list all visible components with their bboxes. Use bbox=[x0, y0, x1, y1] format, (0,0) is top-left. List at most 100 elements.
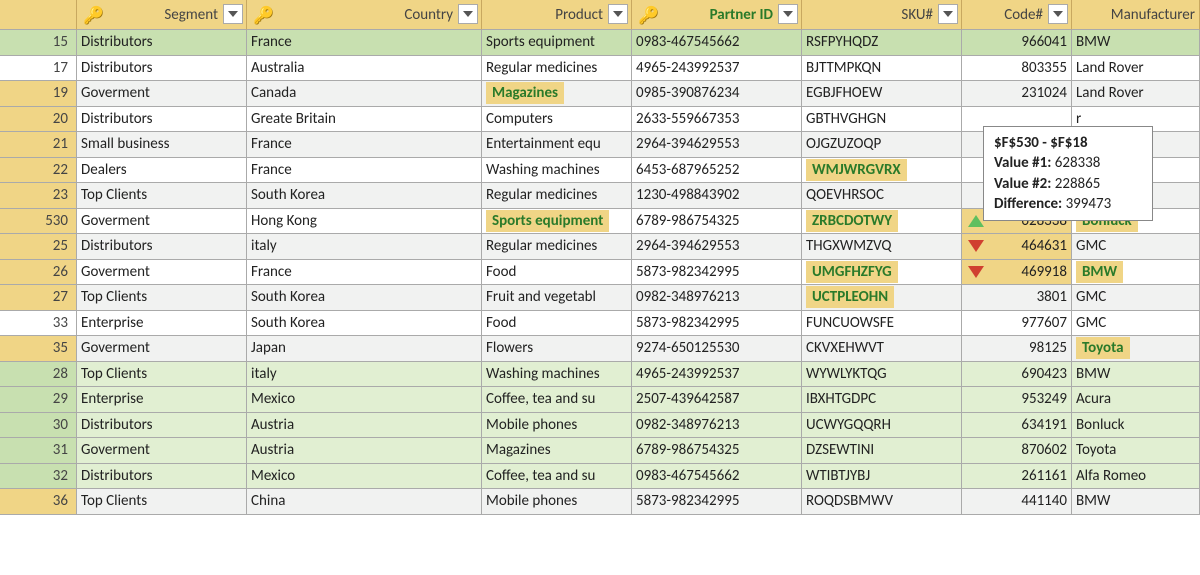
cell-product[interactable]: Mobile phones bbox=[482, 413, 632, 439]
header-segment[interactable]: 🔑Segment bbox=[77, 0, 247, 30]
row-number[interactable]: 30 bbox=[0, 413, 77, 439]
cell-segment[interactable]: Dealers bbox=[77, 158, 247, 184]
row-number[interactable]: 21 bbox=[0, 132, 77, 158]
cell-segment[interactable]: Distributors bbox=[77, 107, 247, 133]
cell-segment[interactable]: Goverment bbox=[77, 336, 247, 362]
cell-code[interactable]: 977607 bbox=[962, 311, 1072, 337]
cell-code[interactable]: 803355 bbox=[962, 56, 1072, 82]
cell-code[interactable]: 98125 bbox=[962, 336, 1072, 362]
cell-partner-id[interactable]: 0985-390876234 bbox=[632, 81, 802, 107]
row-number[interactable]: 20 bbox=[0, 107, 77, 133]
cell-partner-id[interactable]: 4965-243992537 bbox=[632, 56, 802, 82]
cell-manufacturer[interactable]: GMC bbox=[1072, 234, 1200, 260]
header-country[interactable]: 🔑Country bbox=[247, 0, 482, 30]
cell-code[interactable]: 469918 bbox=[962, 260, 1072, 286]
filter-dropdown-icon[interactable] bbox=[938, 4, 958, 24]
cell-partner-id[interactable]: 2507-439642587 bbox=[632, 387, 802, 413]
cell-code[interactable]: 953249 bbox=[962, 387, 1072, 413]
cell-partner-id[interactable]: 5873-982342995 bbox=[632, 260, 802, 286]
cell-sku[interactable]: UCTPLEOHN bbox=[802, 285, 962, 311]
cell-sku[interactable]: UMGFHZFYG bbox=[802, 260, 962, 286]
cell-partner-id[interactable]: 4965-243992537 bbox=[632, 362, 802, 388]
cell-sku[interactable]: ROQDSBMWV bbox=[802, 489, 962, 515]
cell-country[interactable]: South Korea bbox=[247, 311, 482, 337]
cell-partner-id[interactable]: 0983-467545662 bbox=[632, 30, 802, 56]
cell-manufacturer[interactable]: GMC bbox=[1072, 311, 1200, 337]
cell-partner-id[interactable]: 6789-986754325 bbox=[632, 438, 802, 464]
row-number[interactable]: 15 bbox=[0, 30, 77, 56]
cell-partner-id[interactable]: 2964-394629553 bbox=[632, 132, 802, 158]
cell-segment[interactable]: Top Clients bbox=[77, 285, 247, 311]
table-row[interactable]: 26GovermentFranceFood5873-982342995UMGFH… bbox=[0, 260, 1200, 286]
cell-sku[interactable]: BJTTMPKQN bbox=[802, 56, 962, 82]
cell-code[interactable]: 441140 bbox=[962, 489, 1072, 515]
row-number[interactable]: 32 bbox=[0, 464, 77, 490]
filter-dropdown-icon[interactable] bbox=[778, 4, 798, 24]
cell-sku[interactable]: QOEVHRSOC bbox=[802, 183, 962, 209]
cell-code[interactable]: 3801 bbox=[962, 285, 1072, 311]
header-partner-id[interactable]: 🔑Partner ID bbox=[632, 0, 802, 30]
table-row[interactable]: 19GovermentCanadaMagazines0985-390876234… bbox=[0, 81, 1200, 107]
table-row[interactable]: 28Top ClientsitalyWashing machines4965-2… bbox=[0, 362, 1200, 388]
cell-country[interactable]: France bbox=[247, 132, 482, 158]
cell-partner-id[interactable]: 6789-986754325 bbox=[632, 209, 802, 235]
cell-segment[interactable]: Distributors bbox=[77, 413, 247, 439]
cell-product[interactable]: Entertainment equ bbox=[482, 132, 632, 158]
row-number[interactable]: 29 bbox=[0, 387, 77, 413]
header-code[interactable]: Code# bbox=[962, 0, 1072, 30]
cell-product[interactable]: Fruit and vegetabl bbox=[482, 285, 632, 311]
cell-sku[interactable]: WMJWRGVRX bbox=[802, 158, 962, 184]
cell-segment[interactable]: Enterprise bbox=[77, 387, 247, 413]
cell-manufacturer[interactable]: Toyota bbox=[1072, 438, 1200, 464]
cell-sku[interactable]: FUNCUOWSFE bbox=[802, 311, 962, 337]
cell-code[interactable]: 870602 bbox=[962, 438, 1072, 464]
cell-segment[interactable]: Top Clients bbox=[77, 489, 247, 515]
filter-dropdown-icon[interactable] bbox=[223, 4, 243, 24]
cell-sku[interactable]: WYWLYKTQG bbox=[802, 362, 962, 388]
cell-country[interactable]: Australia bbox=[247, 56, 482, 82]
cell-code[interactable]: 634191 bbox=[962, 413, 1072, 439]
cell-product[interactable]: Flowers bbox=[482, 336, 632, 362]
cell-product[interactable]: Regular medicines bbox=[482, 56, 632, 82]
cell-segment[interactable]: Goverment bbox=[77, 260, 247, 286]
header-product[interactable]: Product bbox=[482, 0, 632, 30]
table-row[interactable]: 15DistributorsFranceSports equipment0983… bbox=[0, 30, 1200, 56]
row-number[interactable]: 22 bbox=[0, 158, 77, 184]
header-manufacturer[interactable]: Manufacturer bbox=[1072, 0, 1200, 30]
row-number[interactable]: 35 bbox=[0, 336, 77, 362]
cell-product[interactable]: Washing machines bbox=[482, 362, 632, 388]
cell-sku[interactable]: OJGZUZOQP bbox=[802, 132, 962, 158]
cell-segment[interactable]: Goverment bbox=[77, 438, 247, 464]
cell-code[interactable]: 261161 bbox=[962, 464, 1072, 490]
row-number[interactable]: 530 bbox=[0, 209, 77, 235]
cell-product[interactable]: Mobile phones bbox=[482, 489, 632, 515]
cell-manufacturer[interactable]: Toyota bbox=[1072, 336, 1200, 362]
cell-segment[interactable]: Distributors bbox=[77, 56, 247, 82]
cell-segment[interactable]: Top Clients bbox=[77, 183, 247, 209]
cell-country[interactable]: Austria bbox=[247, 413, 482, 439]
cell-product[interactable]: Computers bbox=[482, 107, 632, 133]
cell-country[interactable]: Austria bbox=[247, 438, 482, 464]
cell-manufacturer[interactable]: BMW bbox=[1072, 260, 1200, 286]
cell-partner-id[interactable]: 9274-650125530 bbox=[632, 336, 802, 362]
table-row[interactable]: 33EnterpriseSouth KoreaFood5873-98234299… bbox=[0, 311, 1200, 337]
cell-country[interactable]: Mexico bbox=[247, 464, 482, 490]
cell-sku[interactable]: CKVXEHWVT bbox=[802, 336, 962, 362]
cell-country[interactable]: Mexico bbox=[247, 387, 482, 413]
row-number[interactable]: 23 bbox=[0, 183, 77, 209]
cell-segment[interactable]: Enterprise bbox=[77, 311, 247, 337]
cell-manufacturer[interactable]: Land Rover bbox=[1072, 81, 1200, 107]
cell-sku[interactable]: THGXWMZVQ bbox=[802, 234, 962, 260]
cell-segment[interactable]: Goverment bbox=[77, 81, 247, 107]
cell-product[interactable]: Regular medicines bbox=[482, 183, 632, 209]
cell-code[interactable]: 464631 bbox=[962, 234, 1072, 260]
cell-country[interactable]: China bbox=[247, 489, 482, 515]
cell-sku[interactable]: ZRBCDOTWY bbox=[802, 209, 962, 235]
cell-manufacturer[interactable]: Land Rover bbox=[1072, 56, 1200, 82]
cell-product[interactable]: Coffee, tea and su bbox=[482, 387, 632, 413]
cell-sku[interactable]: IBXHTGDPC bbox=[802, 387, 962, 413]
table-row[interactable]: 31GovermentAustriaMagazines6789-98675432… bbox=[0, 438, 1200, 464]
cell-code[interactable]: 966041 bbox=[962, 30, 1072, 56]
cell-sku[interactable]: DZSEWTINI bbox=[802, 438, 962, 464]
cell-country[interactable]: Japan bbox=[247, 336, 482, 362]
